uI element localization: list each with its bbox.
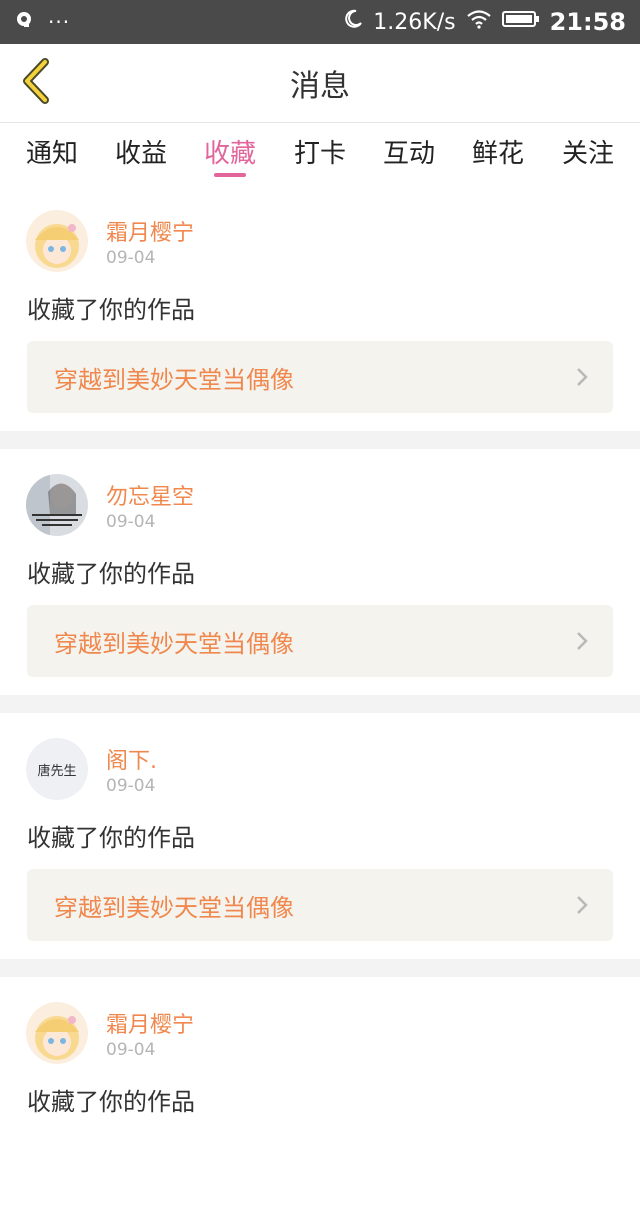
avatar[interactable] <box>26 1002 88 1064</box>
timestamp: 09-04 <box>106 1040 156 1060</box>
avatar[interactable] <box>26 474 88 536</box>
action-text: 收藏了你的作品 <box>27 560 195 588</box>
chevron-right-icon <box>575 367 589 387</box>
timestamp: 09-04 <box>106 248 156 268</box>
username[interactable]: 阁下. <box>106 743 157 775</box>
list-item: 霜月樱宁 09-04 收藏了你的作品 <box>0 977 640 1223</box>
username[interactable]: 霜月樱宁 <box>106 215 194 247</box>
battery-icon <box>501 9 540 35</box>
notification-icon <box>16 11 34 33</box>
work-title: 穿越到美妙天堂当偶像 <box>54 629 294 658</box>
divider <box>0 431 640 449</box>
tab-bar: 通知 收益 收藏 打卡 互动 鲜花 关注 <box>0 123 640 185</box>
work-title: 穿越到美妙天堂当偶像 <box>54 365 294 394</box>
tab-follows[interactable]: 关注 <box>548 123 628 179</box>
more-notifications-dots: ··· <box>48 10 71 34</box>
action-text: 收藏了你的作品 <box>27 824 195 852</box>
list-item: 霜月樱宁 09-04 收藏了你的作品 穿越到美妙天堂当偶像 <box>0 185 640 431</box>
divider <box>0 959 640 977</box>
list-item: 勿忘星空 09-04 收藏了你的作品 穿越到美妙天堂当偶像 <box>0 449 640 695</box>
timestamp: 09-04 <box>106 776 156 796</box>
tab-favorites[interactable]: 收藏 <box>190 123 270 179</box>
avatar[interactable]: 唐先生 <box>26 738 88 800</box>
tab-interaction[interactable]: 互动 <box>369 123 449 179</box>
tab-notifications[interactable]: 通知 <box>12 123 92 179</box>
status-bar-right: 1.26K/s 21:58 <box>343 0 626 44</box>
active-tab-indicator <box>214 173 246 177</box>
timestamp: 09-04 <box>106 512 156 532</box>
app-header: 消息 <box>0 44 640 123</box>
moon-icon <box>343 9 363 35</box>
tab-flowers[interactable]: 鲜花 <box>458 123 538 179</box>
work-title: 穿越到美妙天堂当偶像 <box>54 893 294 922</box>
work-link[interactable]: 穿越到美妙天堂当偶像 <box>27 605 613 677</box>
status-bar-left: ··· <box>16 0 70 44</box>
message-list: 霜月樱宁 09-04 收藏了你的作品 穿越到美妙天堂当偶像 勿忘星空 09-04 <box>0 185 640 1223</box>
chevron-right-icon <box>575 631 589 651</box>
clock: 21:58 <box>549 8 626 36</box>
status-bar: ··· 1.26K/s 21:58 <box>0 0 640 44</box>
action-text: 收藏了你的作品 <box>27 1088 195 1116</box>
avatar[interactable] <box>26 210 88 272</box>
tab-earnings[interactable]: 收益 <box>101 123 181 179</box>
work-link[interactable]: 穿越到美妙天堂当偶像 <box>27 869 613 941</box>
action-text: 收藏了你的作品 <box>27 296 195 324</box>
work-link[interactable]: 穿越到美妙天堂当偶像 <box>27 341 613 413</box>
avatar-text: 唐先生 <box>37 763 77 779</box>
tab-checkin[interactable]: 打卡 <box>280 123 360 179</box>
username[interactable]: 霜月樱宁 <box>106 1007 194 1039</box>
network-speed: 1.26K/s <box>373 9 456 35</box>
page-title: 消息 <box>290 69 350 104</box>
username[interactable]: 勿忘星空 <box>106 479 194 511</box>
chevron-right-icon <box>575 895 589 915</box>
divider <box>0 695 640 713</box>
wifi-icon <box>466 9 492 35</box>
list-item: 唐先生 阁下. 09-04 收藏了你的作品 穿越到美妙天堂当偶像 <box>0 713 640 959</box>
